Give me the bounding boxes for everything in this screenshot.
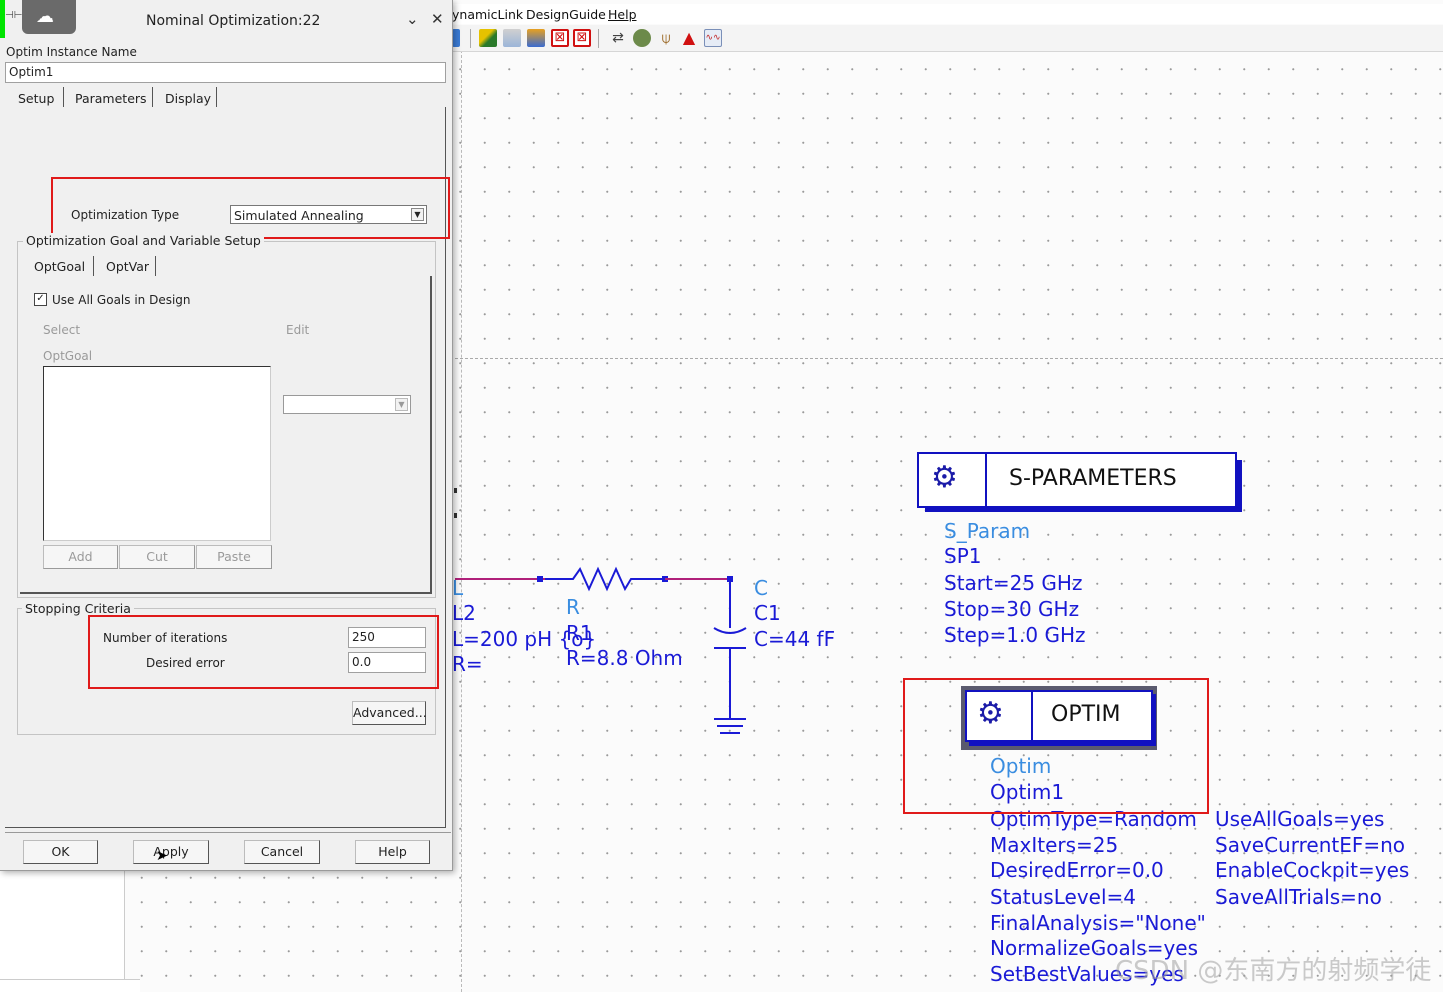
tab-optgoal[interactable]: OptGoal (34, 259, 85, 274)
mouse-cursor-icon: ➤ (156, 848, 168, 864)
inductor-type-label: L (452, 576, 464, 600)
side-panel (0, 870, 125, 992)
optim-param[interactable]: UseAllGoals=yes (1215, 809, 1384, 829)
optgoal-list-label: OptGoal (43, 349, 93, 363)
stopping-criteria-highlight (88, 615, 439, 689)
tab-separator (63, 87, 64, 107)
cloud-icon: ☁ (36, 6, 54, 27)
waveform-icon: ⊣⊢ (5, 10, 23, 21)
optim-highlight-box (903, 678, 1209, 814)
sparam-name[interactable]: SP1 (944, 546, 981, 566)
sparam-start[interactable]: Start=25 GHz (944, 573, 1082, 593)
tab-optvar[interactable]: OptVar (106, 259, 149, 274)
select-label: Select (43, 323, 81, 337)
paste-button[interactable]: Paste (196, 545, 272, 569)
chevron-down-icon[interactable]: ⌄ (406, 10, 419, 28)
tab-display[interactable]: Display (165, 91, 211, 106)
sparam-divider (985, 454, 987, 506)
optim-param[interactable]: StatusLevel=4 (990, 887, 1136, 907)
optim-param[interactable]: SaveCurrentEF=no (1215, 835, 1405, 855)
edit-label: Edit (286, 323, 310, 337)
tab-separator (93, 256, 94, 276)
capacitor-type-label: C (754, 576, 768, 600)
optgoal-listbox[interactable] (43, 366, 271, 541)
watermark: CSDN @东南方的射频学徒 (1115, 956, 1432, 986)
dialog-titlebar[interactable]: ⊣⊢ ☁ Nominal Optimization:22 ⌄ ✕ (0, 0, 452, 38)
goal-group-label: Optimization Goal and Variable Setup (23, 233, 264, 248)
ok-button[interactable]: OK (23, 840, 98, 864)
horizontal-scrollbar[interactable] (0, 979, 140, 993)
use-all-goals-checkbox[interactable]: ✓ (34, 293, 47, 306)
sparam-stop[interactable]: Stop=30 GHz (944, 599, 1079, 619)
optim-param[interactable]: DesiredError=0.0 (990, 860, 1164, 880)
sparam-title: S-PARAMETERS (1009, 466, 1177, 491)
sparam-component[interactable]: ⚙ S-PARAMETERS (917, 452, 1237, 508)
capacitor-value[interactable]: C=44 fF (754, 629, 835, 649)
dropdown-arrow-icon: ▼ (395, 398, 408, 411)
tab-parameters[interactable]: Parameters (75, 91, 147, 106)
advanced-button[interactable]: Advanced... (352, 701, 427, 725)
optim-param[interactable]: EnableCockpit=yes (1215, 860, 1409, 880)
tab-separator (152, 87, 153, 107)
cancel-button[interactable]: Cancel (244, 840, 320, 864)
tab-separator (155, 256, 156, 276)
tab-separator (216, 87, 217, 107)
sparam-type: S_Param (944, 519, 1031, 543)
optim-param[interactable]: SaveAllTrials=no (1215, 887, 1382, 907)
resistor-type-label: R (566, 595, 580, 619)
apply-button[interactable]: Apply (133, 840, 209, 864)
help-button[interactable]: Help (355, 840, 430, 864)
resistor-value[interactable]: R=8.8 Ohm (566, 648, 683, 668)
add-button[interactable]: Add (43, 545, 118, 569)
app-icon: ☁ (22, 0, 76, 34)
stopping-group-label: Stopping Criteria (22, 601, 134, 616)
edit-select[interactable]: ▼ (283, 395, 411, 414)
sparam-step[interactable]: Step=1.0 GHz (944, 625, 1086, 645)
sparam-gear-icon: ⚙ (931, 460, 958, 495)
tab-setup[interactable]: Setup (18, 91, 54, 106)
cut-button[interactable]: Cut (119, 545, 195, 569)
nominal-optimization-dialog: ⊣⊢ ☁ Nominal Optimization:22 ⌄ ✕ Optim I… (0, 0, 453, 871)
resistor-name[interactable]: R1 (566, 623, 593, 643)
instance-name-label: Optim Instance Name (6, 45, 137, 59)
inductor-name[interactable]: L2 (452, 603, 476, 623)
use-all-goals-label: Use All Goals in Design (52, 293, 191, 307)
optimization-type-highlight (51, 177, 450, 239)
optim-param[interactable]: FinalAnalysis="None" (990, 913, 1206, 933)
close-icon[interactable]: ✕ (431, 10, 444, 28)
footer-divider (5, 832, 451, 833)
optim-param[interactable]: MaxIters=25 (990, 835, 1118, 855)
capacitor-name[interactable]: C1 (754, 603, 781, 623)
instance-name-input[interactable]: Optim1 (5, 62, 446, 83)
inductor-r-value[interactable]: R= (452, 654, 483, 674)
dialog-title: Nominal Optimization:22 (146, 13, 321, 29)
